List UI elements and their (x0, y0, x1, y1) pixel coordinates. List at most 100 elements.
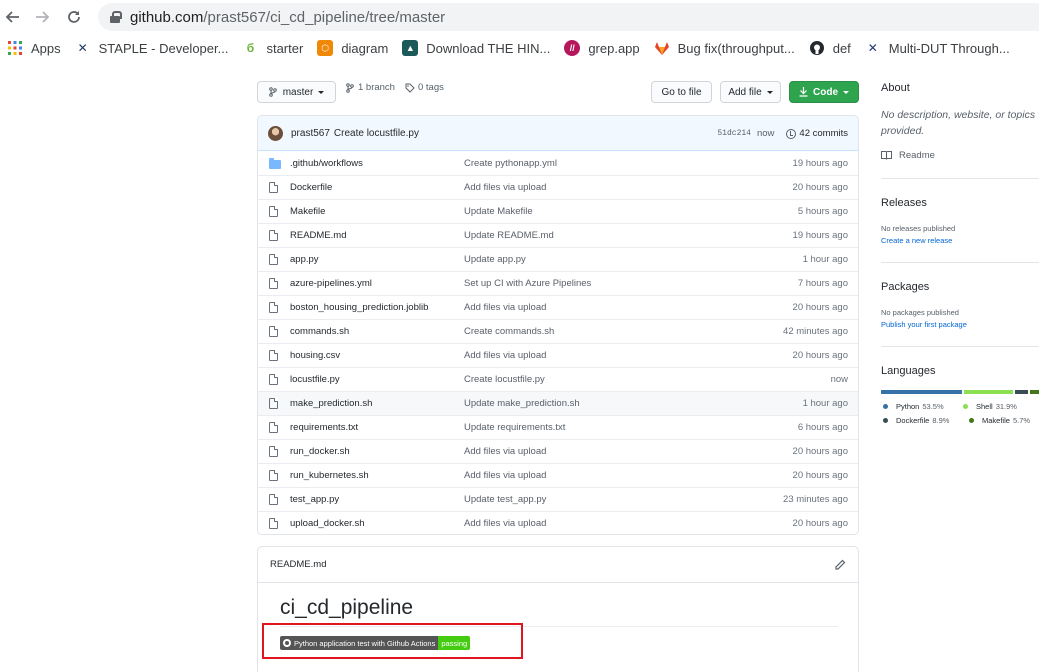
add-file-button[interactable]: Add file (720, 81, 781, 103)
table-row[interactable]: app.py Update app.py 1 hour ago (258, 247, 858, 271)
file-commit-message[interactable]: Create locustfile.py (464, 374, 545, 385)
branch-icon (268, 87, 277, 97)
readme-link[interactable]: Readme (881, 150, 935, 161)
language-name: Dockerfile (896, 416, 930, 425)
history-icon (786, 128, 797, 139)
file-name[interactable]: locustfile.py (290, 374, 340, 385)
language-item[interactable]: Python 53.5% (883, 402, 944, 411)
bookmark-staple[interactable]: ✕ STAPLE - Developer... (68, 35, 236, 61)
file-name[interactable]: upload_docker.sh (290, 518, 364, 529)
file-commit-message[interactable]: Add files via upload (464, 350, 546, 361)
file-commit-message[interactable]: Update test_app.py (464, 494, 546, 505)
table-row[interactable]: boston_housing_prediction.joblib Add file… (258, 295, 858, 319)
table-row[interactable]: Makefile Update Makefile 5 hours ago (258, 199, 858, 223)
table-row[interactable]: upload_docker.sh Add files via upload 20 h… (258, 511, 858, 534)
file-name[interactable]: run_docker.sh (290, 446, 350, 457)
language-item[interactable]: Shell 31.9% (963, 402, 1017, 411)
bookmark-bug-fix[interactable]: Bug fix(throughput... (647, 35, 802, 61)
staple-icon: ✕ (77, 41, 88, 55)
file-name[interactable]: Makefile (290, 206, 325, 217)
file-commit-message[interactable]: Update app.py (464, 254, 526, 265)
packages-heading: Packages (881, 281, 930, 293)
bookmark-apps[interactable]: Apps (0, 35, 68, 61)
bookmark-label: grep.app (588, 40, 640, 56)
language-item[interactable]: Dockerfile 8.9% (883, 416, 949, 425)
file-commit-message[interactable]: Create commands.sh (464, 326, 554, 337)
language-dot-icon (883, 418, 888, 423)
table-row[interactable]: .github/workflows Create pythonapp.yml 19 … (258, 151, 858, 175)
bookmark-download-hin[interactable]: ▲ Download THE HIN... (395, 35, 557, 61)
branches-link[interactable]: 1 branch (346, 82, 395, 93)
file-name[interactable]: run_kubernetes.sh (290, 470, 369, 481)
file-name[interactable]: .github/workflows (290, 158, 363, 169)
create-release-link[interactable]: Create a new release (881, 236, 952, 245)
bookmark-label: Bug fix(throughput... (677, 40, 795, 56)
file-name[interactable]: requirements.txt (290, 422, 358, 433)
reload-icon[interactable] (63, 6, 85, 28)
commits-link[interactable]: 42 commits (786, 128, 848, 139)
file-name[interactable]: README.md (290, 230, 346, 241)
file-commit-message[interactable]: Add files via upload (464, 182, 546, 193)
publish-package-link[interactable]: Publish your first package (881, 320, 967, 329)
browser-toolbar: github.com/prast567/ci_cd_pipeline/tree/… (0, 0, 1039, 34)
table-row[interactable]: run_docker.sh Add files via upload 20 hour… (258, 439, 858, 463)
file-name[interactable]: azure-pipelines.yml (290, 278, 372, 289)
table-row[interactable]: locustfile.py Create locustfile.py now (258, 367, 858, 391)
file-name[interactable]: app.py (290, 254, 319, 265)
table-row[interactable]: requirements.txt Update requirements.txt 6… (258, 415, 858, 439)
file-name[interactable]: make_prediction.sh (290, 398, 372, 409)
table-row[interactable]: housing.csv Add files via upload 20 hours … (258, 343, 858, 367)
pencil-icon[interactable] (834, 559, 846, 571)
table-row[interactable]: make_prediction.sh Update make_prediction… (258, 391, 858, 415)
branch-select-button[interactable]: master (257, 81, 336, 103)
commits-count: 42 commits (799, 128, 848, 139)
go-to-file-button[interactable]: Go to file (651, 81, 712, 103)
tags-link[interactable]: 0 tags (405, 82, 444, 93)
forward-arrow-icon[interactable] (31, 6, 53, 28)
bookmark-grep[interactable]: // grep.app (557, 35, 646, 61)
file-commit-message[interactable]: Add files via upload (464, 518, 546, 529)
file-commit-message[interactable]: Update make_prediction.sh (464, 398, 580, 409)
file-commit-message[interactable]: Add files via upload (464, 302, 546, 313)
file-name[interactable]: boston_housing_prediction.joblib (290, 302, 428, 313)
file-name[interactable]: commands.sh (290, 326, 349, 337)
bookmark-starter[interactable]: б starter (235, 35, 310, 61)
file-commit-message[interactable]: Add files via upload (464, 470, 546, 481)
code-button[interactable]: Code (789, 81, 859, 103)
code-label: Code (813, 86, 838, 98)
bookmark-def[interactable]: def (802, 35, 858, 61)
file-commit-message[interactable]: Update README.md (464, 230, 554, 241)
commit-message[interactable]: Create locustfile.py (334, 128, 419, 139)
commit-author[interactable]: prast567 (291, 128, 330, 139)
avatar[interactable] (268, 125, 283, 141)
file-age: 7 hours ago (797, 278, 848, 289)
file-commit-message[interactable]: Add files via upload (464, 446, 546, 457)
file-icon (269, 518, 278, 529)
file-commit-message[interactable]: Set up CI with Azure Pipelines (464, 278, 591, 289)
address-bar[interactable]: github.com/prast567/ci_cd_pipeline/tree/… (98, 3, 1039, 31)
file-name[interactable]: Dockerfile (290, 182, 332, 193)
language-bar-segment (881, 390, 963, 394)
table-row[interactable]: run_kubernetes.sh Add files via upload 20 … (258, 463, 858, 487)
table-row[interactable]: azure-pipelines.yml Set up CI with Azure … (258, 271, 858, 295)
table-row[interactable]: Dockerfile Add files via upload 20 hours a… (258, 175, 858, 199)
file-age: 1 hour ago (802, 398, 848, 409)
back-arrow-icon[interactable] (2, 6, 24, 28)
file-name[interactable]: test_app.py (290, 494, 339, 505)
file-commit-message[interactable]: Update requirements.txt (464, 422, 565, 433)
file-commit-message[interactable]: Update Makefile (464, 206, 533, 217)
table-row[interactable]: README.md Update README.md 19 hours ago (258, 223, 858, 247)
bookmark-multi-dut[interactable]: ✕ Multi-DUT Through... (858, 35, 1017, 61)
about-heading: About (881, 82, 910, 94)
branches-count: 1 branch (358, 82, 395, 93)
language-item[interactable]: Makefile 5.7% (969, 416, 1030, 425)
chevron-down-icon (843, 90, 849, 94)
file-name[interactable]: housing.csv (290, 350, 340, 361)
bookmark-diagram[interactable]: ⬡ diagram (310, 35, 395, 61)
language-bar-segment (1014, 390, 1029, 394)
file-commit-message[interactable]: Create pythonapp.yml (464, 158, 557, 169)
file-age: 6 hours ago (797, 422, 848, 433)
commit-sha[interactable]: 51dc214 (717, 129, 751, 138)
table-row[interactable]: test_app.py Update test_app.py 23 minutes … (258, 487, 858, 511)
table-row[interactable]: commands.sh Create commands.sh 42 minutes … (258, 319, 858, 343)
